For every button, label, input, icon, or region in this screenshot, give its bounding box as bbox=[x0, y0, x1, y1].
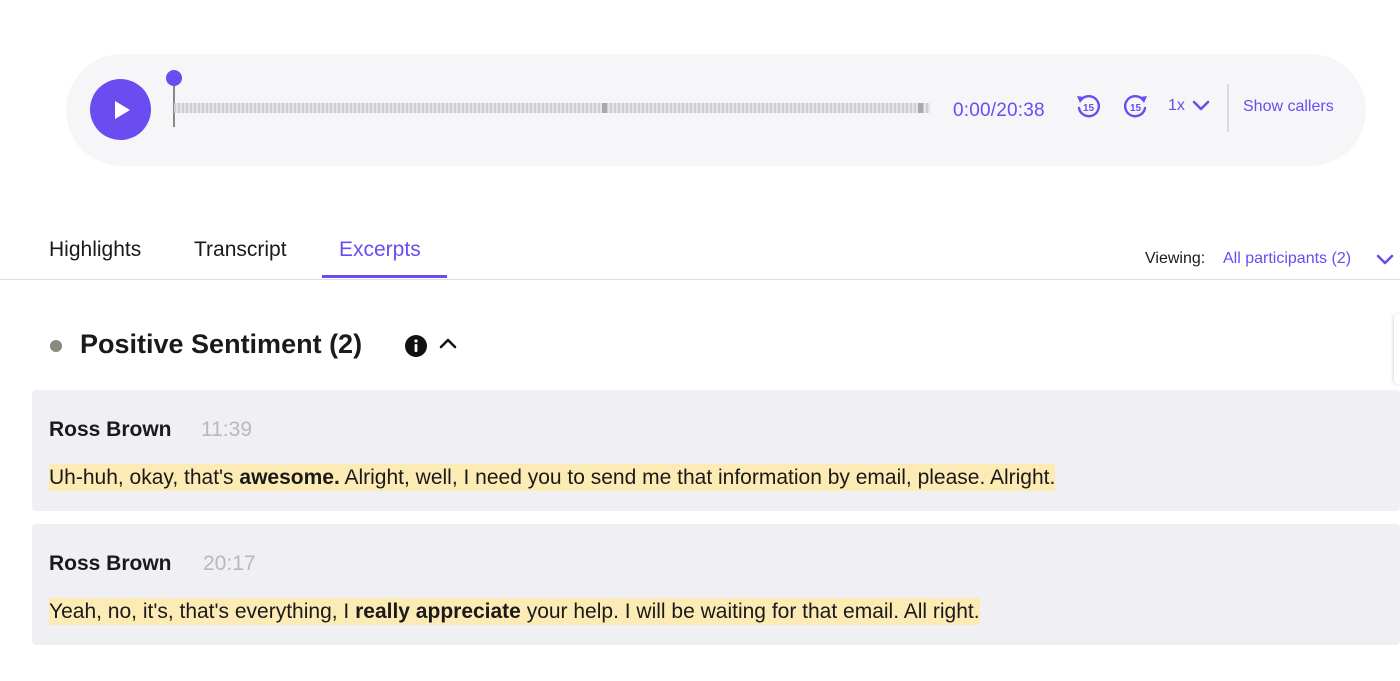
rewind-15-icon: 15 bbox=[1077, 95, 1100, 118]
show-callers-button[interactable]: Show callers bbox=[1243, 98, 1334, 116]
tab-excerpts[interactable]: Excerpts bbox=[339, 238, 421, 262]
chevron-down-icon[interactable] bbox=[1192, 100, 1210, 112]
quote-text: Uh-huh, okay, that's bbox=[49, 466, 240, 489]
excerpt-card[interactable]: Ross Brown 11:39 Uh-huh, okay, that's aw… bbox=[32, 390, 1400, 511]
section-title: Positive Sentiment (2) bbox=[80, 329, 363, 359]
chevron-up-icon[interactable] bbox=[438, 336, 458, 350]
divider bbox=[1227, 84, 1229, 132]
playhead-handle[interactable] bbox=[166, 70, 182, 86]
forward-15-icon: 15 bbox=[1124, 95, 1147, 118]
playback-speed-select[interactable]: 1x bbox=[1168, 97, 1185, 115]
play-button[interactable] bbox=[90, 79, 151, 140]
speaker-name: Ross Brown bbox=[49, 552, 172, 575]
active-tab-indicator bbox=[322, 275, 447, 278]
play-icon bbox=[115, 101, 130, 119]
tab-bar: Highlights Transcript Excerpts Viewing: … bbox=[0, 226, 1400, 280]
tab-highlights[interactable]: Highlights bbox=[49, 238, 141, 262]
timestamp[interactable]: 11:39 bbox=[201, 418, 252, 442]
time-display: 0:00/20:38 bbox=[953, 100, 1045, 121]
excerpt-marker[interactable] bbox=[918, 103, 923, 113]
quote-text: Alright, well, I need you to send me tha… bbox=[339, 466, 1056, 489]
seek-bar[interactable] bbox=[166, 68, 932, 128]
quote-text: Yeah, no, it's, that's everything, I bbox=[49, 600, 356, 623]
quote-text: your help. I will be waiting for that em… bbox=[520, 600, 980, 623]
info-icon[interactable] bbox=[404, 334, 428, 358]
waveform-track[interactable] bbox=[174, 103, 930, 113]
excerpt-text: Yeah, no, it's, that's everything, I rea… bbox=[49, 598, 980, 625]
status-dot bbox=[50, 340, 62, 352]
skip-back-15-button[interactable]: 15 bbox=[1074, 92, 1102, 120]
excerpt-text: Uh-huh, okay, that's awesome. Alright, w… bbox=[49, 464, 1056, 491]
sentiment-phrase: really appreciate bbox=[355, 600, 521, 623]
side-panel-handle[interactable] bbox=[1394, 314, 1400, 384]
tab-transcript[interactable]: Transcript bbox=[194, 238, 287, 262]
excerpt-card[interactable]: Ross Brown 20:17 Yeah, no, it's, that's … bbox=[32, 524, 1400, 645]
svg-text:15: 15 bbox=[1083, 103, 1095, 114]
skip-forward-15-button[interactable]: 15 bbox=[1122, 92, 1150, 120]
viewing-label: Viewing: bbox=[1145, 250, 1206, 267]
speaker-name: Ross Brown bbox=[49, 418, 172, 441]
timestamp[interactable]: 20:17 bbox=[203, 552, 256, 576]
sentiment-phrase: awesome. bbox=[239, 466, 340, 489]
participants-filter[interactable]: All participants (2) bbox=[1223, 250, 1351, 268]
chevron-down-icon[interactable] bbox=[1376, 254, 1394, 266]
excerpt-marker[interactable] bbox=[602, 103, 607, 113]
audio-player: 0:00/20:38 15 15 1x Show callers bbox=[66, 54, 1366, 166]
svg-text:15: 15 bbox=[1130, 103, 1142, 114]
